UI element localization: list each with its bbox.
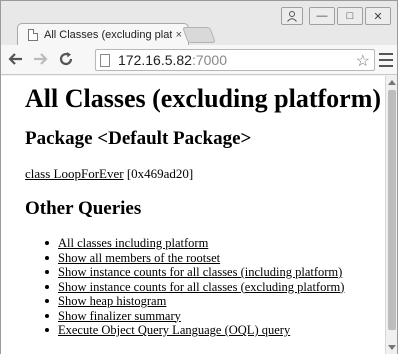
user-icon[interactable] <box>281 7 303 25</box>
scrollbar-thumb[interactable] <box>388 90 396 330</box>
list-item: Execute Object Query Language (OQL) quer… <box>45 323 344 338</box>
back-arrow-icon[interactable] <box>7 51 25 69</box>
url-port: :7000 <box>191 52 228 68</box>
class-entry: class LoopForEver [0x469ad20] <box>25 166 193 182</box>
vertical-scrollbar[interactable] <box>385 76 397 354</box>
tab-close-icon[interactable]: × <box>176 29 182 41</box>
query-link-oql[interactable]: Execute Object Query Language (OQL) quer… <box>58 323 290 337</box>
tab-title: All Classes (excluding platf <box>44 28 172 41</box>
url-host: 172.16.5.82 <box>118 52 192 68</box>
bookmark-star-icon[interactable]: ☆ <box>356 51 370 71</box>
list-item: Show finalizer summary <box>45 309 344 324</box>
reload-icon[interactable] <box>57 51 75 69</box>
new-tab-button[interactable] <box>182 27 216 43</box>
menu-icon[interactable] <box>379 53 393 67</box>
scroll-down-icon[interactable] <box>388 345 396 350</box>
address-bar[interactable]: 172.16.5.82:7000 ☆ <box>95 49 375 71</box>
scroll-up-icon[interactable] <box>388 80 396 85</box>
window-controls: — □ ✕ <box>281 7 391 25</box>
list-item: All classes including platform <box>45 236 344 251</box>
query-link-rootset[interactable]: Show all members of the rootset <box>58 251 220 265</box>
close-button[interactable]: ✕ <box>365 7 391 25</box>
list-item: Show instance counts for all classes (ex… <box>45 280 344 295</box>
query-link-instance-counts-including[interactable]: Show instance counts for all classes (in… <box>58 265 342 279</box>
query-link-heap-histogram[interactable]: Show heap histogram <box>58 294 166 308</box>
package-heading: Package <Default Package> <box>25 128 252 149</box>
forward-arrow-icon[interactable] <box>31 51 49 69</box>
toolbar: 172.16.5.82:7000 ☆ <box>1 45 397 75</box>
tab-all-classes[interactable]: All Classes (excluding platf × <box>17 23 189 45</box>
query-link-all-classes[interactable]: All classes including platform <box>58 236 208 250</box>
page-icon <box>28 28 38 41</box>
list-item: Show instance counts for all classes (in… <box>45 265 344 280</box>
maximize-button[interactable]: □ <box>337 7 363 25</box>
list-item: Show heap histogram <box>45 294 344 309</box>
tab-strip: All Classes (excluding platf × — □ ✕ <box>1 1 397 45</box>
page-content: All Classes (excluding platform) Package… <box>1 76 385 354</box>
queries-list: All classes including platform Show all … <box>45 236 344 338</box>
page-title: All Classes (excluding platform) <box>25 84 382 113</box>
query-link-finalizer-summary[interactable]: Show finalizer summary <box>58 309 181 323</box>
query-link-instance-counts-excluding[interactable]: Show instance counts for all classes (ex… <box>58 280 344 294</box>
list-item: Show all members of the rootset <box>45 251 344 266</box>
other-queries-heading: Other Queries <box>25 198 142 219</box>
class-address: [0x469ad20] <box>123 166 194 181</box>
class-link[interactable]: class LoopForEver <box>25 166 124 181</box>
document-icon <box>100 53 110 67</box>
browser-window: All Classes (excluding platf × — □ ✕ 172… <box>0 0 398 354</box>
minimize-button[interactable]: — <box>309 7 335 25</box>
